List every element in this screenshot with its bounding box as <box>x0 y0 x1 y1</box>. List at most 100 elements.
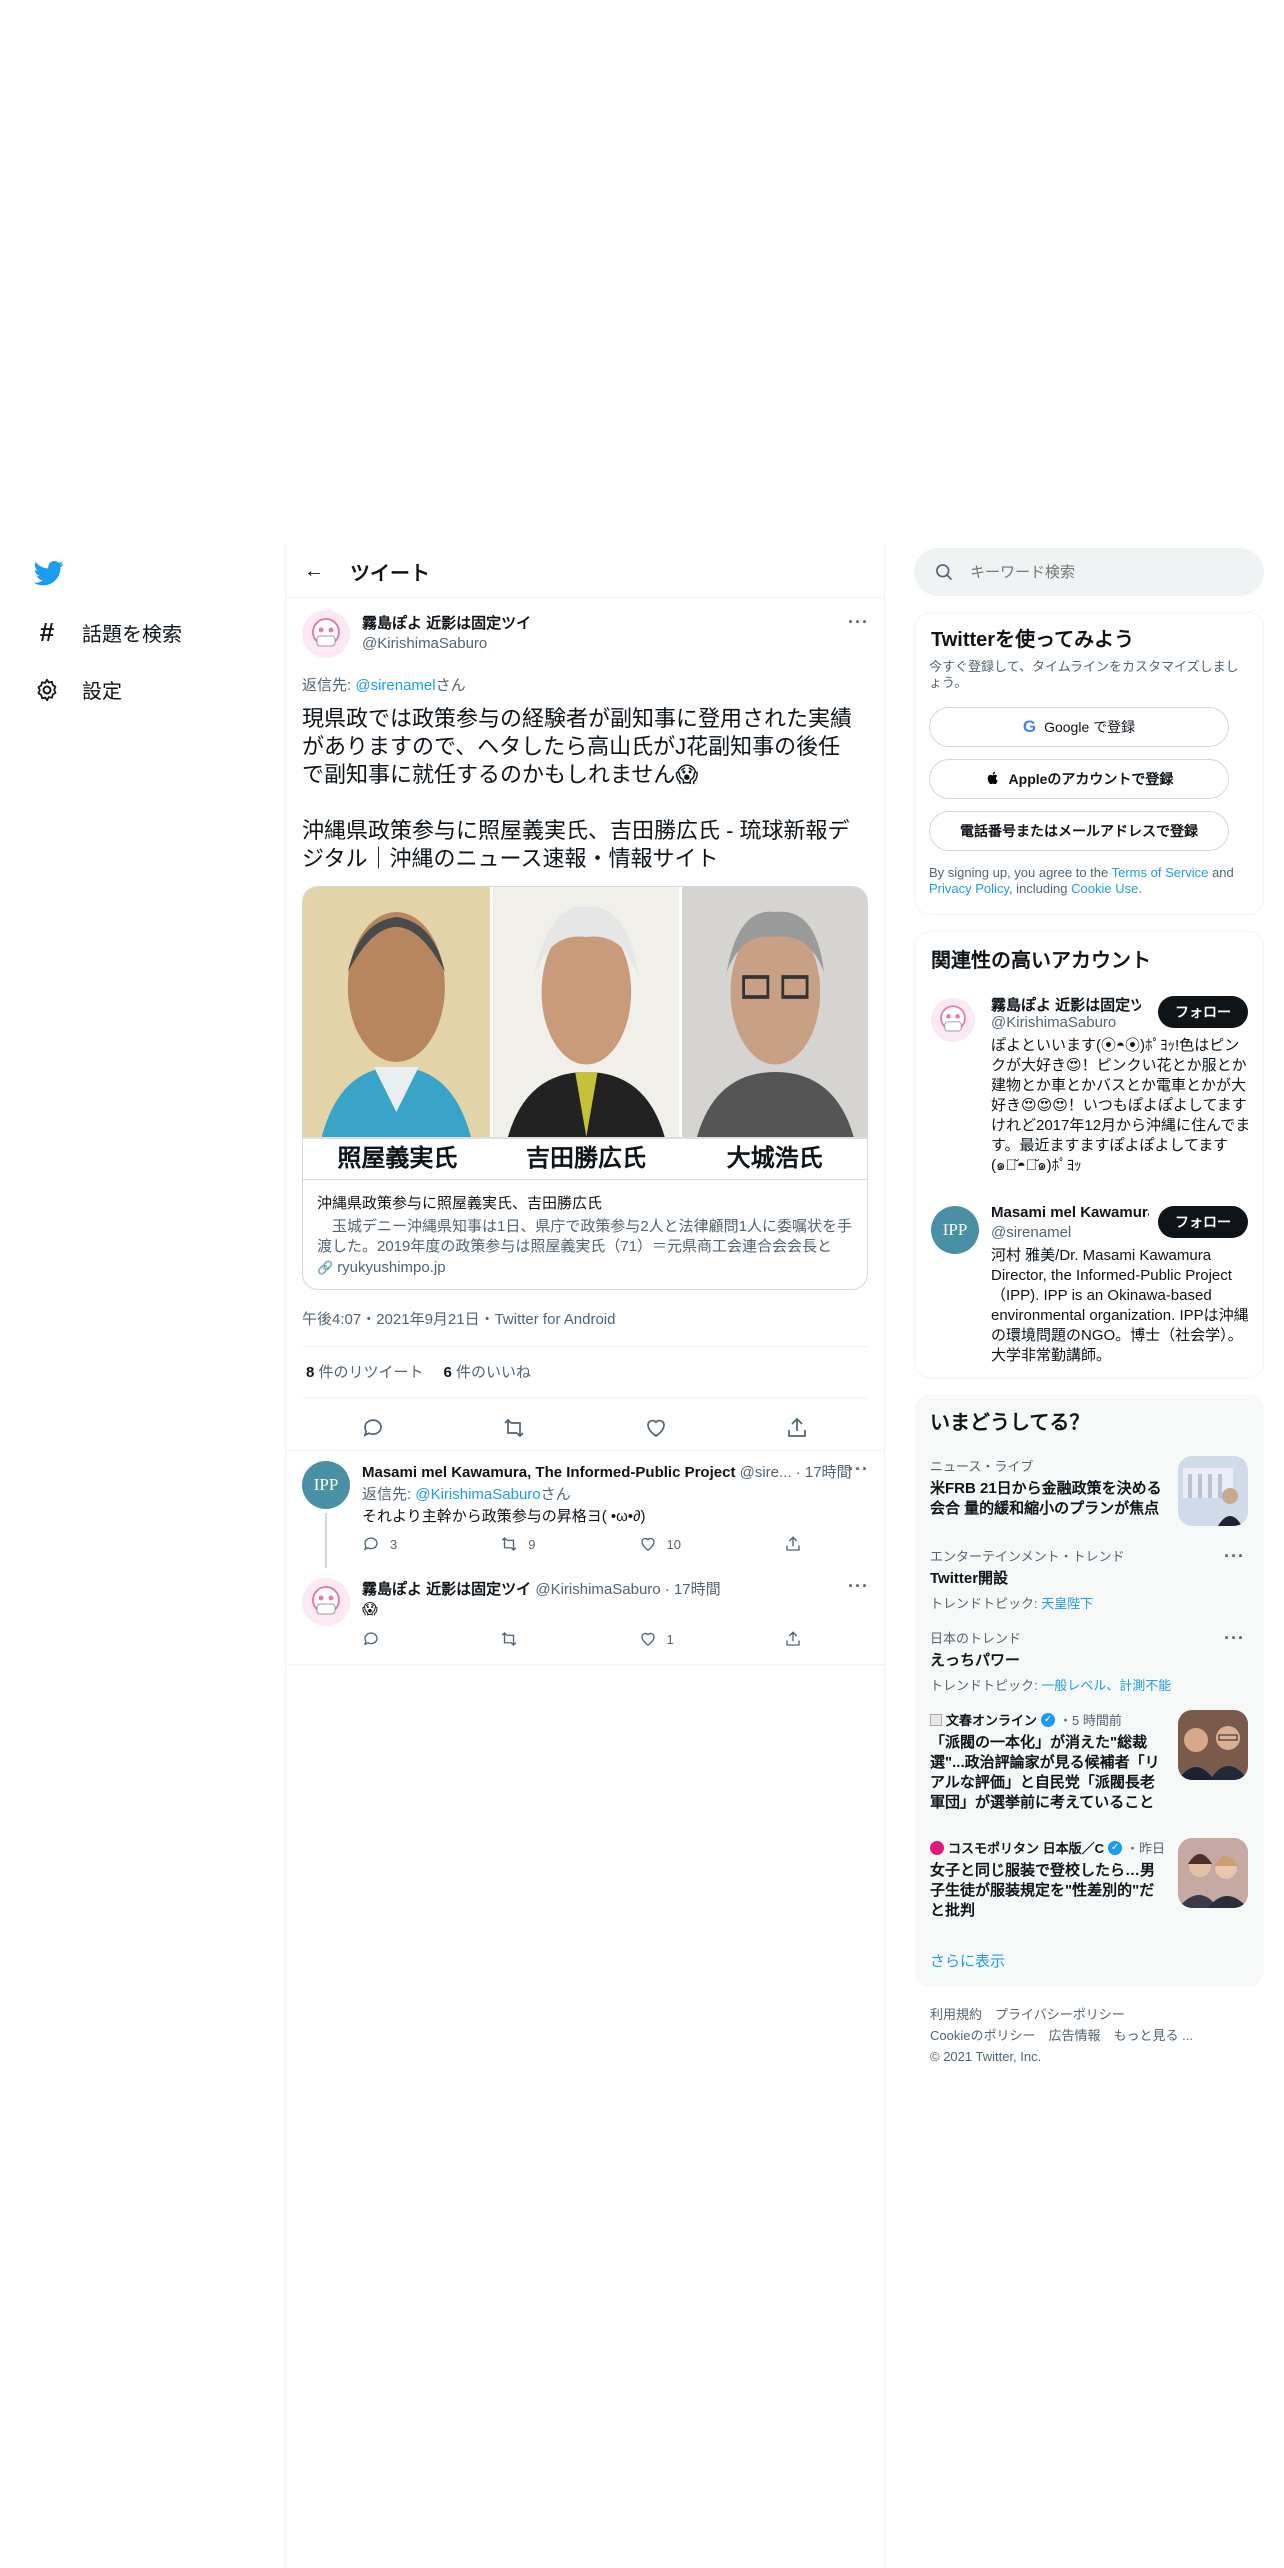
signup-panel: Twitterを使ってみよう 今すぐ登録して、タイムラインをカスタマイズしましょ… <box>914 612 1264 915</box>
reply-avatar[interactable]: IPP <box>302 1461 350 1509</box>
nav-explore[interactable]: # 話題を検索 <box>34 617 182 648</box>
reply-author-name[interactable]: 霧島ぽよ 近影は固定ツイ <box>362 1581 531 1598</box>
related-avatar[interactable] <box>931 998 975 1042</box>
reply-share-button[interactable] <box>784 1535 802 1553</box>
related-bio: ぽよといいます(⦿◓⦿)ﾎﾟﾖｯ!色はピンクが大好き😍！ピンクい花とか服とか建物… <box>991 1037 1251 1174</box>
google-signup-button[interactable]: G Google で登録 <box>929 707 1229 747</box>
search-input[interactable] <box>970 563 1250 581</box>
trend-more-icon[interactable]: ··· <box>1224 1628 1245 1649</box>
trend-item[interactable]: ニュース・ライブ 米FRB 21日から金融政策を決める会合 量的緩和縮小のプラン… <box>930 1456 1248 1526</box>
author-handle[interactable]: @KirishimaSaburo <box>362 635 531 652</box>
related-handle[interactable]: @sirenamel <box>991 1224 1071 1241</box>
related-name[interactable]: Masami mel Kawamura <box>991 1204 1149 1221</box>
reply-reply-button[interactable] <box>362 1630 390 1648</box>
show-more-link[interactable]: さらに表示 <box>930 1950 1005 1971</box>
signup-title: Twitterを使ってみよう <box>931 629 1135 651</box>
reply-retweet-button[interactable]: 9 <box>500 1535 535 1553</box>
twitter-logo-icon[interactable] <box>33 558 64 588</box>
tweet-text-line2: 沖縄県政策参与に照屋義実氏、吉田勝広氏 - 琉球新報デジタル｜沖縄のニュース速報… <box>302 818 850 871</box>
news-source-icon <box>930 1713 942 1726</box>
privacy-link[interactable]: Privacy Policy <box>929 881 1009 896</box>
terms-link[interactable]: Terms of Service <box>1112 865 1209 880</box>
reply-mention-link[interactable]: @KirishimaSaburo <box>415 1486 540 1503</box>
tweet-stats: 8 件のリツイート 6 件のいいね <box>306 1361 531 1382</box>
verified-badge-icon: ✓ <box>1108 1840 1123 1855</box>
trend-more-icon[interactable]: ··· <box>1224 1546 1245 1567</box>
reply-time[interactable]: 17時間 <box>805 1464 852 1481</box>
card-photo-2 <box>492 887 683 1179</box>
footer-copyright: © 2021 Twitter, Inc. <box>930 2049 1042 2064</box>
trend-item[interactable]: エンターテインメント・トレンド Twitter開設 トレンドトピック: 天皇陛下… <box>930 1546 1248 1612</box>
card-photo-3 <box>682 887 867 1179</box>
trend-thumbnail <box>1178 1838 1248 1908</box>
reply-text: それより主幹から政策参与の昇格ヨ( •ω•∂) <box>362 1508 646 1525</box>
reply-tweet[interactable]: IPP Masami mel Kawamura, The Informed-Pu… <box>286 1451 884 1568</box>
trend-item[interactable]: 文春オンライン ✓ ・5 時間前 「派閥の一本化」が消えた"総裁選"...政治評… <box>930 1710 1248 1813</box>
share-icon[interactable] <box>785 1416 809 1445</box>
nav-settings[interactable]: 設定 <box>34 675 122 704</box>
nav-settings-label: 設定 <box>82 681 122 703</box>
related-handle[interactable]: @KirishimaSaburo <box>991 1014 1116 1031</box>
signup-subtitle: 今すぐ登録して、タイムラインをカスタマイズしましょう。 <box>929 659 1239 690</box>
gear-icon <box>34 677 60 703</box>
footer: 利用規約 プライバシーポリシー Cookieのポリシー 広告情報 もっと見る .… <box>930 2004 1193 2067</box>
search-box[interactable] <box>914 548 1264 596</box>
back-arrow-icon[interactable]: ← <box>304 560 334 583</box>
phone-email-signup-button[interactable]: 電話番号またはメールアドレスで登録 <box>929 811 1229 851</box>
reply-share-button[interactable] <box>784 1630 802 1648</box>
reply-tweet[interactable]: 霧島ぽよ 近影は固定ツイ @KirishimaSaburo · 17時間 ···… <box>286 1568 884 1665</box>
trend-item[interactable]: コスモポリタン 日本版／C ✓ ・昨日 女子と同じ服装で登校したら…男子生徒が服… <box>930 1838 1248 1921</box>
trend-thumbnail <box>1178 1710 1248 1780</box>
likes-stat[interactable]: 6 件のいいね <box>444 1361 532 1382</box>
reply-author-name[interactable]: Masami mel Kawamura, The Informed-Public… <box>362 1464 735 1481</box>
main-header: ← ツイート <box>286 545 884 598</box>
card-description: 玉城デニー沖縄県知事は1日、県庁で政策参与2人と法律顧問1人に委嘱状を手渡した。… <box>317 1218 853 1255</box>
reply-reply-button[interactable]: 3 <box>362 1535 397 1553</box>
footer-links-1[interactable]: 利用規約 プライバシーポリシー <box>930 2004 1193 2025</box>
trend-item[interactable]: 日本のトレンド えっちパワー トレンドトピック: 一般レベル、計測不能 ··· <box>930 1628 1248 1694</box>
card-caption-2: 吉田勝広氏 <box>526 1145 646 1172</box>
trend-topic-link[interactable]: 一般レベル、計測不能 <box>1041 1678 1171 1693</box>
like-icon[interactable] <box>644 1416 668 1445</box>
apple-icon <box>985 770 1001 789</box>
reply-avatar[interactable] <box>302 1578 350 1626</box>
reply-author-handle[interactable]: @sire... <box>740 1464 792 1481</box>
author-avatar[interactable] <box>302 610 350 658</box>
reply-author-handle[interactable]: @KirishimaSaburo <box>535 1581 660 1598</box>
more-options-icon[interactable]: ··· <box>848 612 869 633</box>
reply-to-line: 返信先: @sirenamelさん <box>302 677 466 694</box>
reply-icon[interactable] <box>361 1416 385 1445</box>
reply-like-button[interactable]: 10 <box>639 1535 681 1553</box>
tweet-actions <box>302 1408 868 1452</box>
related-bio: 河村 雅美/Dr. Masami Kawamura Director, the … <box>991 1247 1249 1364</box>
retweet-icon[interactable] <box>502 1416 526 1445</box>
card-caption-1: 照屋義実氏 <box>337 1145 458 1172</box>
related-name[interactable]: 霧島ぽよ 近影は固定ツ <box>991 994 1141 1015</box>
trend-topic-link[interactable]: 天皇陛下 <box>1041 1596 1093 1611</box>
reply-to-link[interactable]: @sirenamel <box>355 677 435 694</box>
apple-signup-button[interactable]: Appleのアカウントで登録 <box>929 759 1229 799</box>
author-name[interactable]: 霧島ぽよ 近影は固定ツイ <box>362 612 531 633</box>
tweet-timestamp[interactable]: 午後4:07・2021年9月21日・Twitter for Android <box>302 1308 615 1329</box>
search-icon <box>934 562 954 582</box>
related-title: 関連性の高いアカウント <box>931 950 1151 972</box>
card-domain: 🔗 ryukyushimpo.jp <box>317 1259 446 1276</box>
reply-retweet-button[interactable] <box>500 1630 528 1648</box>
verified-badge-icon: ✓ <box>1041 1712 1056 1727</box>
reply-more-icon[interactable]: ··· <box>848 1459 869 1480</box>
reply-more-icon[interactable]: ··· <box>848 1576 869 1597</box>
follow-button[interactable]: フォロー <box>1158 996 1248 1028</box>
retweets-stat[interactable]: 8 件のリツイート <box>306 1361 424 1382</box>
tweet-text-line1: 現県政では政策参与の経験者が副知事に登用された実績がありますので、ヘタしたら高山… <box>302 706 853 787</box>
card-photo-1 <box>303 887 493 1179</box>
related-avatar[interactable]: IPP <box>931 1206 979 1254</box>
trend-thumbnail <box>1178 1456 1248 1526</box>
reply-like-button[interactable]: 1 <box>639 1630 674 1648</box>
card-title: 沖縄県政策参与に照屋義実氏、吉田勝広氏 <box>317 1195 603 1212</box>
card-caption-bar: 照屋義実氏 吉田勝広氏 大城浩氏 <box>303 1137 867 1179</box>
follow-button[interactable]: フォロー <box>1158 1206 1248 1238</box>
cookie-link[interactable]: Cookie Use <box>1071 881 1138 896</box>
reply-time[interactable]: 17時間 <box>674 1581 721 1598</box>
footer-links-2[interactable]: Cookieのポリシー 広告情報 もっと見る ... <box>930 2025 1193 2046</box>
link-card[interactable]: 照屋義実氏 吉田勝広氏 大城浩氏 沖縄県政策参与に照屋義実氏、吉田勝広氏 玉城デ… <box>302 886 868 1290</box>
